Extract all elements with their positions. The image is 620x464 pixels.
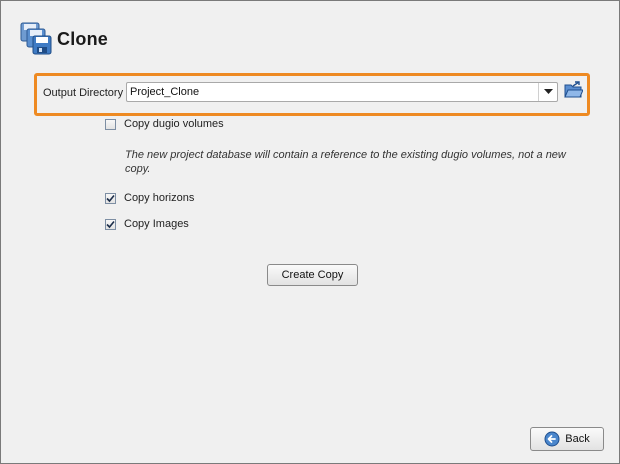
copy-images-checkbox[interactable] bbox=[105, 218, 116, 230]
copy-horizons-label[interactable]: Copy horizons bbox=[124, 192, 194, 204]
folder-open-icon[interactable] bbox=[564, 81, 584, 100]
back-button[interactable]: Back bbox=[530, 427, 604, 451]
copy-horizons-checkbox[interactable] bbox=[105, 192, 116, 204]
header: Clone bbox=[20, 22, 108, 56]
copy-dugio-checkbox[interactable] bbox=[105, 118, 116, 130]
checkmark-icon bbox=[106, 194, 115, 202]
output-directory-combobox[interactable]: Project_Clone bbox=[126, 82, 558, 102]
output-directory-label: Output Directory bbox=[43, 87, 124, 99]
output-directory-value[interactable]: Project_Clone bbox=[130, 86, 199, 98]
checkmark-icon bbox=[106, 220, 115, 228]
clone-panel: Clone Output Directory Project_Clone Cop… bbox=[0, 0, 620, 464]
copy-dugio-row[interactable]: Copy dugio volumes bbox=[105, 118, 224, 130]
clone-save-icon bbox=[20, 22, 52, 56]
copy-images-row[interactable]: Copy Images bbox=[105, 218, 189, 230]
create-copy-button[interactable]: Create Copy bbox=[267, 264, 358, 286]
copy-dugio-label[interactable]: Copy dugio volumes bbox=[124, 118, 224, 130]
back-button-label: Back bbox=[565, 433, 590, 445]
chevron-down-icon[interactable] bbox=[538, 83, 557, 101]
page-title: Clone bbox=[57, 28, 109, 49]
copy-horizons-row[interactable]: Copy horizons bbox=[105, 192, 194, 204]
output-directory-highlight: Output Directory Project_Clone bbox=[34, 73, 590, 116]
copy-images-label[interactable]: Copy Images bbox=[124, 218, 189, 230]
back-arrow-icon bbox=[544, 431, 560, 447]
dugio-note: The new project database will contain a … bbox=[125, 149, 566, 175]
